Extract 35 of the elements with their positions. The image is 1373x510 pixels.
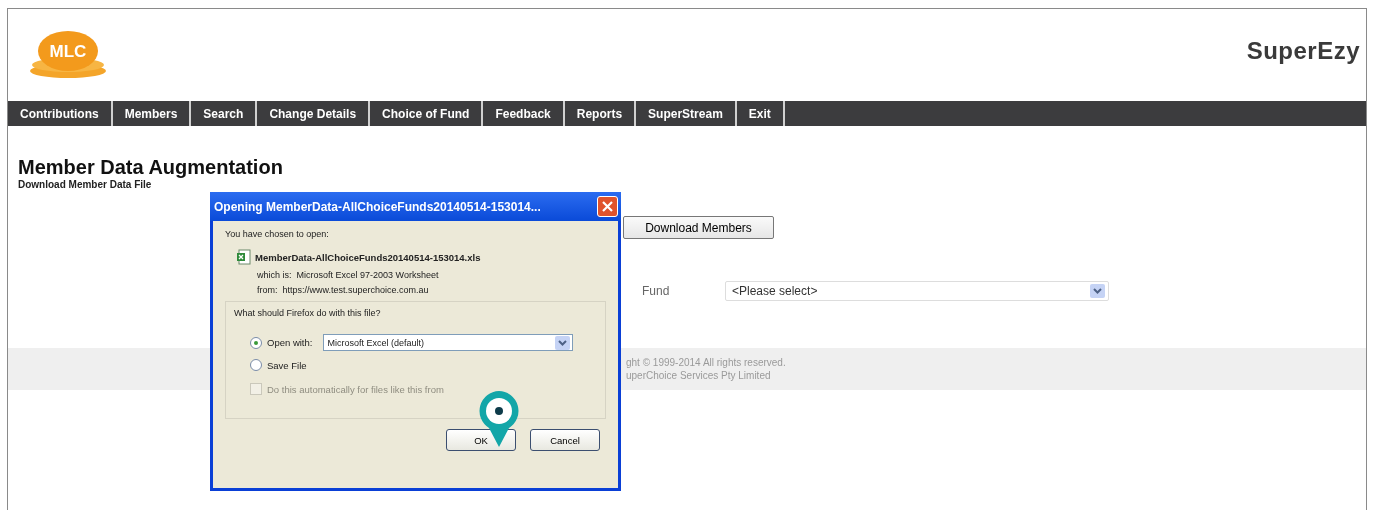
download-members-button[interactable]: Download Members [623,216,774,239]
nav-item[interactable]: Exit [736,101,785,126]
nav-item[interactable]: Members [112,101,192,126]
cancel-button[interactable]: Cancel [530,429,600,451]
radio-button[interactable] [250,359,262,371]
nav-item[interactable]: Choice of Fund [370,101,484,126]
fund-label: Fund [642,284,670,298]
which-is-label: which is: [257,270,292,280]
file-name: MemberData-AllChoiceFunds20140514-153014.xls [255,251,481,263]
checkbox-label: Do this automatically for files like this from [267,383,444,395]
application-select[interactable]: Microsoft Excel (default) [323,334,574,351]
radio-button[interactable] [250,336,262,349]
nav-item[interactable]: Change Details [257,101,371,126]
option-label[interactable]: Save File [267,359,307,371]
dialog-title: Opening MemberData-AllChoiceFunds20140514-153014... [214,199,541,214]
nav-item[interactable]: Search [191,101,258,126]
page-title: Member Data Augmentation [18,156,283,179]
fund-select[interactable]: <Please select> [725,281,1109,301]
group-question: What should Firefox do with this file? [234,308,382,318]
dialog-intro: You have chosen to open: [225,229,330,239]
close-button[interactable] [597,196,618,217]
source-url: https://www.test.superchoice.com.au [282,285,429,295]
nav-item[interactable]: SuperStream [636,101,737,126]
nav-item[interactable]: Feedback [483,101,565,126]
nav-item[interactable]: Contributions [8,101,113,126]
copyright-text: ght © 1999-2014 All rights reserved. [626,357,787,368]
copyright-text: uperChoice Services Pty Limited [626,370,772,381]
spreadsheet-file-icon [237,249,251,265]
brand-name: SuperEzy [1246,37,1360,65]
page-subtitle: Download Member Data File [18,179,153,190]
from-label: from: [257,285,278,295]
option-label[interactable]: Open with: [267,337,313,348]
close-icon[interactable] [602,201,613,212]
nav-item[interactable]: Reports [564,101,637,126]
file-type: Microsoft Excel 97-2003 Worksheet [296,270,439,280]
